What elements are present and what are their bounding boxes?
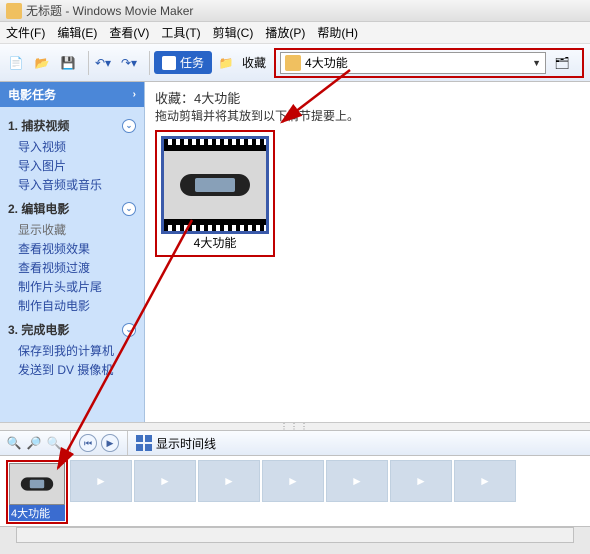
menu-help[interactable]: 帮助(H) [317, 24, 358, 41]
collection-highlight: 4大功能 ▼ 🗂 [274, 48, 584, 78]
menu-edit[interactable]: 编辑(E) [57, 24, 97, 41]
storyboard-controls: 🔍 🔎 🔍 ⏮ ▶ 显示时间线 [0, 430, 590, 456]
storyboard-clip-selected[interactable]: 4大功能 [6, 460, 68, 524]
task-import-picture[interactable]: 导入图片 [8, 156, 136, 175]
content-heading: 收藏：4大功能 [155, 88, 580, 107]
task-send-dv[interactable]: 发送到 DV 摄像机 [8, 360, 136, 379]
collapse-icon[interactable]: ⌄ [122, 323, 136, 337]
menu-tools[interactable]: 工具(T) [161, 24, 200, 41]
toolbar: 📄 📂 💾 ↶▾ ↷▾ 任务 📁 收藏 4大功能 ▼ 🗂 [0, 44, 590, 82]
storyboard-slot[interactable] [262, 460, 324, 502]
redo-icon[interactable]: ↷▾ [119, 53, 139, 73]
app-icon [6, 3, 22, 19]
storyboard[interactable]: 4大功能 [0, 456, 590, 526]
pane-resizer[interactable]: ⋮⋮⋮ [0, 422, 590, 430]
window-title: 无标题 - Windows Movie Maker [26, 2, 193, 19]
task-show-collections: 显示收藏 [8, 220, 136, 239]
task-video-transitions[interactable]: 查看视频过渡 [8, 258, 136, 277]
collections-label[interactable]: 收藏 [242, 54, 266, 71]
separator [149, 51, 150, 75]
menubar: 文件(F) 编辑(E) 查看(V) 工具(T) 剪辑(C) 播放(P) 帮助(H… [0, 22, 590, 44]
clip-highlight: 4大功能 [155, 130, 275, 257]
task-section-finish[interactable]: 3. 完成电影 ⌄ [8, 321, 136, 338]
separator [88, 51, 89, 75]
show-timeline-button[interactable]: 显示时间线 [136, 435, 216, 452]
play-button[interactable]: ▶ [101, 434, 119, 452]
undo-icon[interactable]: ↶▾ [93, 53, 113, 73]
tasks-label: 任务 [180, 54, 204, 71]
task-section-capture[interactable]: 1. 捕获视频 ⌄ [8, 117, 136, 134]
storyboard-thumbnail [9, 463, 65, 505]
scroll-track[interactable] [16, 527, 574, 543]
separator [70, 431, 71, 455]
menu-play[interactable]: 播放(P) [265, 24, 305, 41]
separator [127, 431, 128, 455]
task-automovie[interactable]: 制作自动电影 [8, 296, 136, 315]
rewind-button[interactable]: ⏮ [79, 434, 97, 452]
storyboard-slot[interactable] [134, 460, 196, 502]
collection-value: 4大功能 [305, 54, 348, 71]
timeline-label: 显示时间线 [156, 435, 216, 452]
task-titles-credits[interactable]: 制作片头或片尾 [8, 277, 136, 296]
collection-dropdown[interactable]: 4大功能 ▼ [280, 52, 546, 74]
tasks-pane-header: 电影任务 › [0, 82, 144, 107]
collapse-icon[interactable]: ⌄ [122, 119, 136, 133]
storyboard-slot[interactable] [454, 460, 516, 502]
tasks-pane: 电影任务 › 1. 捕获视频 ⌄ 导入视频 导入图片 导入音频或音乐 2. 编辑… [0, 82, 145, 422]
task-import-video[interactable]: 导入视频 [8, 137, 136, 156]
collapse-icon[interactable]: ⌄ [122, 202, 136, 216]
save-icon[interactable]: 💾 [58, 53, 78, 73]
content-hint: 拖动剪辑并将其放到以下情节提要上。 [155, 107, 580, 124]
menu-file[interactable]: 文件(F) [6, 24, 45, 41]
horizontal-scrollbar[interactable] [0, 526, 590, 543]
tasks-pane-title: 电影任务 [8, 86, 56, 103]
storyboard-slot[interactable] [326, 460, 388, 502]
zoom-out-icon[interactable]: 🔍 [46, 435, 62, 451]
task-save-computer[interactable]: 保存到我的计算机 [8, 341, 136, 360]
storyboard-slot[interactable] [390, 460, 452, 502]
collections-folder-icon[interactable]: 📁 [216, 53, 236, 73]
views-icon[interactable]: 🗂 [552, 53, 572, 73]
grid-icon [136, 435, 152, 451]
task-video-effects[interactable]: 查看视频效果 [8, 239, 136, 258]
task-import-audio[interactable]: 导入音频或音乐 [8, 175, 136, 194]
clip-thumbnail [164, 151, 266, 219]
storyboard-slot[interactable] [198, 460, 260, 502]
chevron-down-icon: ▼ [532, 58, 541, 68]
zoom-in-icon[interactable]: 🔎 [26, 435, 42, 451]
menu-view[interactable]: 查看(V) [109, 24, 149, 41]
chevron-right-icon[interactable]: › [133, 89, 136, 100]
clip-label: 4大功能 [161, 234, 269, 251]
tasks-icon [162, 56, 176, 70]
collection-icon [285, 55, 301, 71]
storyboard-slot[interactable] [70, 460, 132, 502]
storyboard-clip-label: 4大功能 [9, 505, 65, 521]
collection-content: 收藏：4大功能 拖动剪辑并将其放到以下情节提要上。 4大功能 [145, 82, 590, 422]
tasks-button[interactable]: 任务 [154, 51, 212, 74]
zoom-level-icon[interactable]: 🔍 [6, 435, 22, 451]
open-icon[interactable]: 📂 [32, 53, 52, 73]
clip-item[interactable] [161, 136, 269, 234]
menu-clip[interactable]: 剪辑(C) [213, 24, 254, 41]
new-project-icon[interactable]: 📄 [6, 53, 26, 73]
task-section-edit[interactable]: 2. 编辑电影 ⌄ [8, 200, 136, 217]
